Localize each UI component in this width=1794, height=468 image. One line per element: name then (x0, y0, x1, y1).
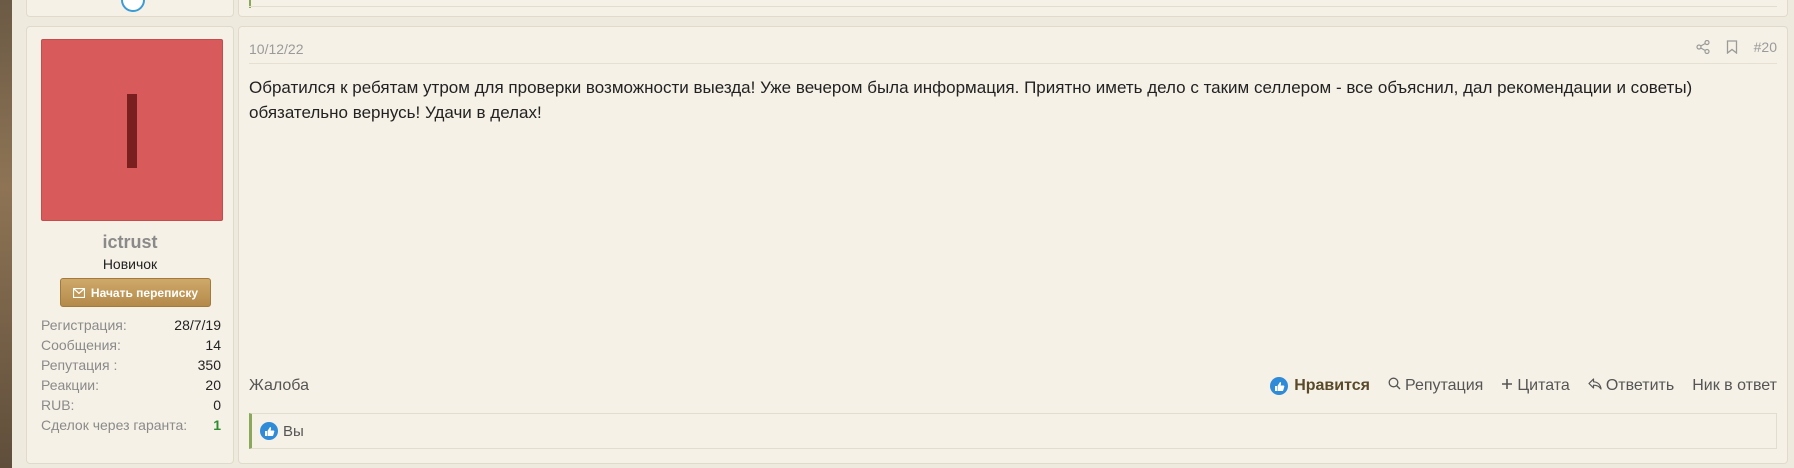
avatar-letter (127, 94, 137, 168)
stat-value: 1 (213, 417, 221, 433)
background-edge (0, 0, 12, 468)
report-link[interactable]: Жалоба (249, 377, 309, 395)
post-footer: Жалоба Нравится Репутация Цитата Ответит… (249, 374, 1777, 398)
bookmark-icon[interactable] (1726, 40, 1738, 54)
reputation-label: Репутация (1404, 377, 1484, 394)
post-body: Обратился к ребятам утром для проверки в… (249, 78, 1693, 122)
reactions-bar[interactable]: Вы (249, 413, 1777, 449)
reply-label: Ответить (1605, 377, 1675, 394)
post: 10/12/22 #20 Обратился к ребятам утром д… (238, 26, 1788, 464)
stat-key: Регистрация: (41, 317, 127, 333)
user-card: ictrust Новичок Начать переписку Регистр… (26, 26, 234, 464)
previous-user-card (26, 0, 234, 17)
stat-value[interactable]: 14 (205, 337, 221, 353)
reply-button[interactable]: Ответить (1588, 377, 1674, 395)
reputation-button[interactable]: Репутация (1388, 377, 1483, 395)
nick-reply-button[interactable]: Ник в ответ (1692, 377, 1777, 395)
stat-value: 28/7/19 (174, 317, 221, 333)
stat-key: Реакции: (41, 377, 99, 393)
reply-icon (1588, 377, 1602, 395)
stat-messages: Сообщения: 14 (41, 335, 221, 355)
user-stats: Регистрация: 28/7/19 Сообщения: 14 Репут… (41, 315, 221, 435)
like-label: Нравится (1294, 377, 1370, 394)
start-conversation-button[interactable]: Начать переписку (60, 278, 211, 307)
post-header: 10/12/22 #20 (249, 27, 1777, 64)
stat-key: Сделок через гаранта: (41, 417, 188, 433)
user-rank: Новичок (102, 256, 158, 272)
stat-key: Репутация : (41, 357, 118, 373)
stat-reputation: Репутация : 350 (41, 355, 221, 375)
post-actions: Нравится Репутация Цитата Ответить Ник в… (1270, 377, 1777, 395)
envelope-icon (72, 287, 85, 298)
post-header-actions: #20 (1696, 39, 1777, 55)
thumbs-up-icon (1270, 377, 1289, 395)
post-date[interactable]: 10/12/22 (249, 41, 304, 57)
stat-reactions: Реакции: 20 (41, 375, 221, 395)
page: ictrust Новичок Начать переписку Регистр… (12, 0, 1794, 468)
stat-rub: RUB: 0 (41, 395, 221, 415)
stat-key: RUB: (41, 397, 75, 413)
post-number[interactable]: #20 (1754, 39, 1777, 55)
share-icon[interactable] (1696, 40, 1710, 54)
reactions-text: Вы (283, 422, 304, 440)
like-button[interactable]: Нравится (1270, 377, 1370, 395)
thumbs-up-icon (260, 422, 278, 440)
stat-escrow-deals: Сделок через гаранта: 1 (41, 415, 221, 435)
stat-value: 20 (205, 377, 221, 393)
stat-registration: Регистрация: 28/7/19 (41, 315, 221, 335)
stat-value: 0 (213, 397, 221, 413)
divider (249, 6, 1777, 7)
start-conversation-label: Начать переписку (90, 285, 199, 300)
avatar[interactable] (41, 39, 223, 221)
stat-key: Сообщения: (41, 337, 121, 353)
search-icon (1388, 377, 1401, 395)
online-status-icon (121, 0, 145, 12)
quote-label: Цитата (1517, 377, 1570, 394)
plus-icon (1501, 377, 1513, 395)
stat-value: 350 (197, 357, 221, 373)
previous-post (238, 0, 1788, 17)
quote-button[interactable]: Цитата (1501, 377, 1570, 395)
username[interactable]: ictrust (27, 232, 233, 253)
